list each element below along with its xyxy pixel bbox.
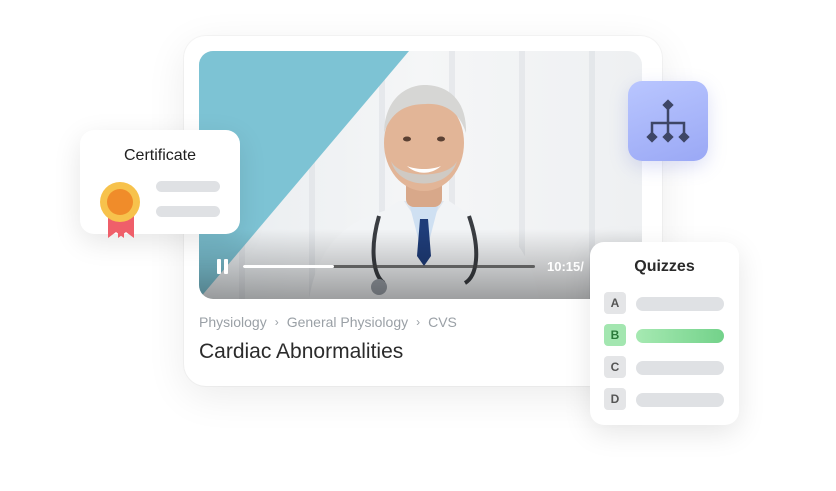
quiz-option-bar — [636, 361, 724, 375]
breadcrumb-item-cvs[interactable]: CVS — [428, 314, 457, 330]
certificate-line — [156, 181, 220, 192]
quiz-option-letter: D — [604, 388, 626, 410]
chevron-right-icon: › — [274, 315, 279, 329]
quiz-option-bar — [636, 393, 724, 407]
quizzes-card: Quizzes A B C D — [590, 242, 739, 425]
pause-icon[interactable] — [215, 259, 231, 277]
course-title: Cardiac Abnormalities — [199, 340, 404, 363]
quiz-option-letter: A — [604, 292, 626, 314]
quiz-option-c[interactable]: C — [604, 356, 726, 378]
progress-track[interactable] — [243, 265, 535, 268]
time-readout: 10:15/ — [547, 259, 584, 274]
breadcrumb-item-general-physiology[interactable]: General Physiology — [287, 314, 408, 330]
progress-fill — [243, 265, 334, 268]
quizzes-title: Quizzes — [634, 258, 695, 275]
video-controls: 10:15/ — [215, 258, 635, 278]
certificate-title: Certificate — [123, 147, 197, 164]
chevron-right-icon: › — [416, 315, 421, 329]
certificate-line — [156, 206, 220, 217]
breadcrumb: Physiology › General Physiology › CVS — [199, 314, 457, 330]
quiz-option-a[interactable]: A — [604, 292, 726, 314]
quiz-option-letter: C — [604, 356, 626, 378]
hierarchy-icon — [646, 99, 690, 143]
hierarchy-tile[interactable] — [628, 81, 708, 161]
certificate-card: Certificate — [80, 130, 240, 238]
quiz-option-bar — [636, 329, 724, 343]
quiz-option-letter: B — [604, 324, 626, 346]
award-ribbon-icon — [100, 182, 140, 238]
quiz-option-d[interactable]: D — [604, 388, 726, 410]
quiz-option-bar — [636, 297, 724, 311]
breadcrumb-item-physiology[interactable]: Physiology — [199, 314, 267, 330]
quiz-option-b[interactable]: B — [604, 324, 726, 346]
